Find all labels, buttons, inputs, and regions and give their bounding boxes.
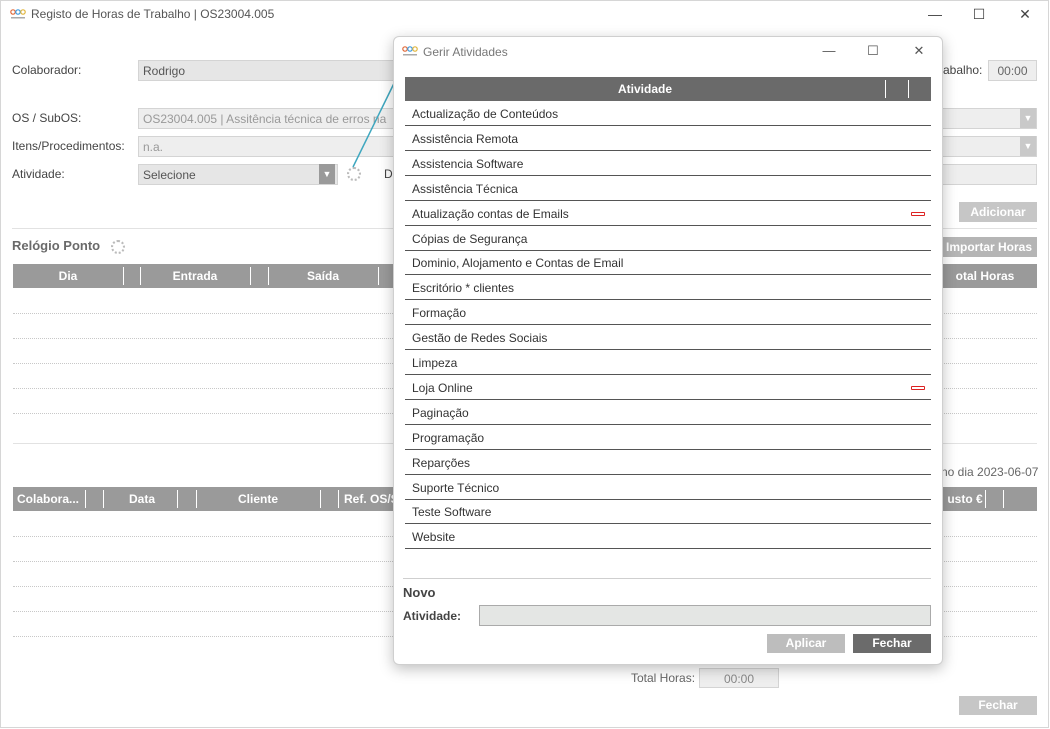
app-logo-icon	[402, 46, 418, 56]
divider	[403, 578, 931, 579]
activity-name: Teste Software	[412, 505, 492, 520]
activity-name: Programação	[412, 430, 485, 445]
col-dia[interactable]: Dia	[13, 269, 123, 283]
remove-activity-icon[interactable]	[911, 211, 925, 216]
activity-name: Atualização contas de Emails	[412, 206, 569, 221]
activity-row[interactable]: Escritório * clientes	[405, 276, 931, 301]
dialog-maximize-button[interactable]: ☐	[860, 41, 886, 61]
activity-name: Paginação	[412, 405, 469, 420]
activity-name: Gestão de Redes Sociais	[412, 331, 548, 346]
activity-name: Actualização de Conteúdos	[412, 107, 559, 121]
total-horas-field: 00:00	[699, 668, 779, 688]
activity-name: Loja Online	[412, 380, 473, 395]
activity-row[interactable]: Assistência Remota	[405, 127, 931, 151]
activity-row[interactable]: Paginação	[405, 401, 931, 425]
col-colaborador[interactable]: Colabora...	[13, 492, 89, 506]
importar-horas-button[interactable]: Importar Horas	[941, 237, 1037, 257]
horas-field[interactable]: 00:00	[988, 60, 1037, 81]
activity-row[interactable]: Dominio, Alojamento e Contas de Email	[405, 251, 931, 276]
activity-row[interactable]: Actualização de Conteúdos	[405, 102, 931, 126]
col-cliente[interactable]: Cliente	[196, 492, 320, 506]
gerir-atividades-dialog: Gerir Atividades — ☐ ✕ Atividade Actuali…	[393, 36, 943, 665]
activity-name: Escritório * clientes	[412, 281, 515, 296]
relogio-gear-icon[interactable]	[111, 240, 125, 254]
description-field[interactable]	[941, 164, 1037, 185]
activity-row[interactable]: Teste Software	[405, 500, 931, 525]
dialog-title: Gerir Atividades	[423, 45, 508, 59]
novo-atividade-label: Atividade:	[403, 609, 462, 623]
main-fechar-button[interactable]: Fechar	[959, 696, 1037, 715]
activity-name: Assistencia Software	[412, 156, 524, 171]
novo-title: Novo	[403, 585, 436, 600]
activity-table-header: Atividade	[405, 77, 931, 101]
activity-row[interactable]: Limpeza	[405, 351, 931, 375]
activity-name: Cópias de Segurança	[412, 231, 528, 246]
activity-name: Assistência Técnica	[412, 181, 518, 196]
dialog-minimize-button[interactable]: —	[816, 41, 842, 61]
itens-label: Itens/Procedimentos:	[12, 139, 125, 153]
os-label: OS / SubOS:	[12, 111, 82, 125]
relogio-title: Relógio Ponto	[12, 238, 101, 253]
activity-row[interactable]: Assistencia Software	[405, 152, 931, 176]
main-titlebar: Registo de Horas de Trabalho | OS23004.0…	[0, 0, 1048, 30]
activity-row[interactable]: Loja Online	[405, 376, 931, 400]
activity-row[interactable]: Assistência Técnica	[405, 177, 931, 201]
dialog-fechar-button[interactable]: Fechar	[853, 634, 931, 653]
itens-dropdown-icon[interactable]: ▼	[1020, 136, 1036, 156]
activity-name: Reparções	[412, 455, 471, 470]
activity-name: Suporte Técnico	[412, 480, 500, 495]
total-horas-label: Total Horas:	[631, 671, 696, 685]
activity-name: Assistência Remota	[412, 131, 519, 146]
activity-row[interactable]: Reparções	[405, 451, 931, 475]
activity-name: Dominio, Alojamento e Contas de Email	[412, 256, 624, 271]
close-button[interactable]: ✕	[1010, 4, 1040, 24]
col-entrada[interactable]: Entrada	[140, 269, 250, 283]
minimize-button[interactable]: —	[920, 4, 950, 24]
window-title: Registo de Horas de Trabalho | OS23004.0…	[31, 7, 275, 21]
activity-row[interactable]: Suporte Técnico	[405, 476, 931, 500]
col-total-horas[interactable]: otal Horas	[933, 269, 1037, 283]
col-data[interactable]: Data	[103, 492, 181, 506]
dialog-close-button[interactable]: ✕	[906, 41, 932, 61]
atividade-select[interactable]: Selecione	[138, 164, 338, 185]
col-custo[interactable]: usto €	[943, 492, 987, 506]
app-logo-icon	[10, 9, 26, 19]
aplicar-button[interactable]: Aplicar	[767, 634, 845, 653]
activity-name: Website	[412, 530, 456, 545]
activity-name: Limpeza	[412, 356, 458, 370]
maximize-button[interactable]: ☐	[964, 4, 994, 24]
activity-row[interactable]: Formação	[405, 301, 931, 326]
remove-activity-icon[interactable]	[911, 385, 925, 390]
activity-row[interactable]: Programação	[405, 426, 931, 450]
col-atividade[interactable]: Atividade	[405, 82, 885, 96]
activity-name: Formação	[412, 306, 467, 321]
novo-atividade-input[interactable]	[479, 605, 931, 626]
colaborador-label: Colaborador:	[12, 63, 82, 77]
horas-label: abalho:	[943, 63, 983, 77]
atividade-dropdown-icon[interactable]: ▼	[319, 164, 335, 184]
activity-row[interactable]: Cópias de Segurança	[405, 227, 931, 251]
activity-row[interactable]: Gestão de Redes Sociais	[405, 326, 931, 351]
activity-row[interactable]: Atualização contas de Emails	[405, 202, 931, 226]
atividade-label: Atividade:	[12, 167, 65, 181]
adicionar-button[interactable]: Adicionar	[959, 202, 1037, 222]
activity-row[interactable]: Website	[405, 525, 931, 550]
registos-date-label: no dia 2023-06-07	[941, 465, 1039, 479]
os-dropdown-icon[interactable]: ▼	[1020, 108, 1036, 128]
col-saida[interactable]: Saída	[268, 269, 378, 283]
